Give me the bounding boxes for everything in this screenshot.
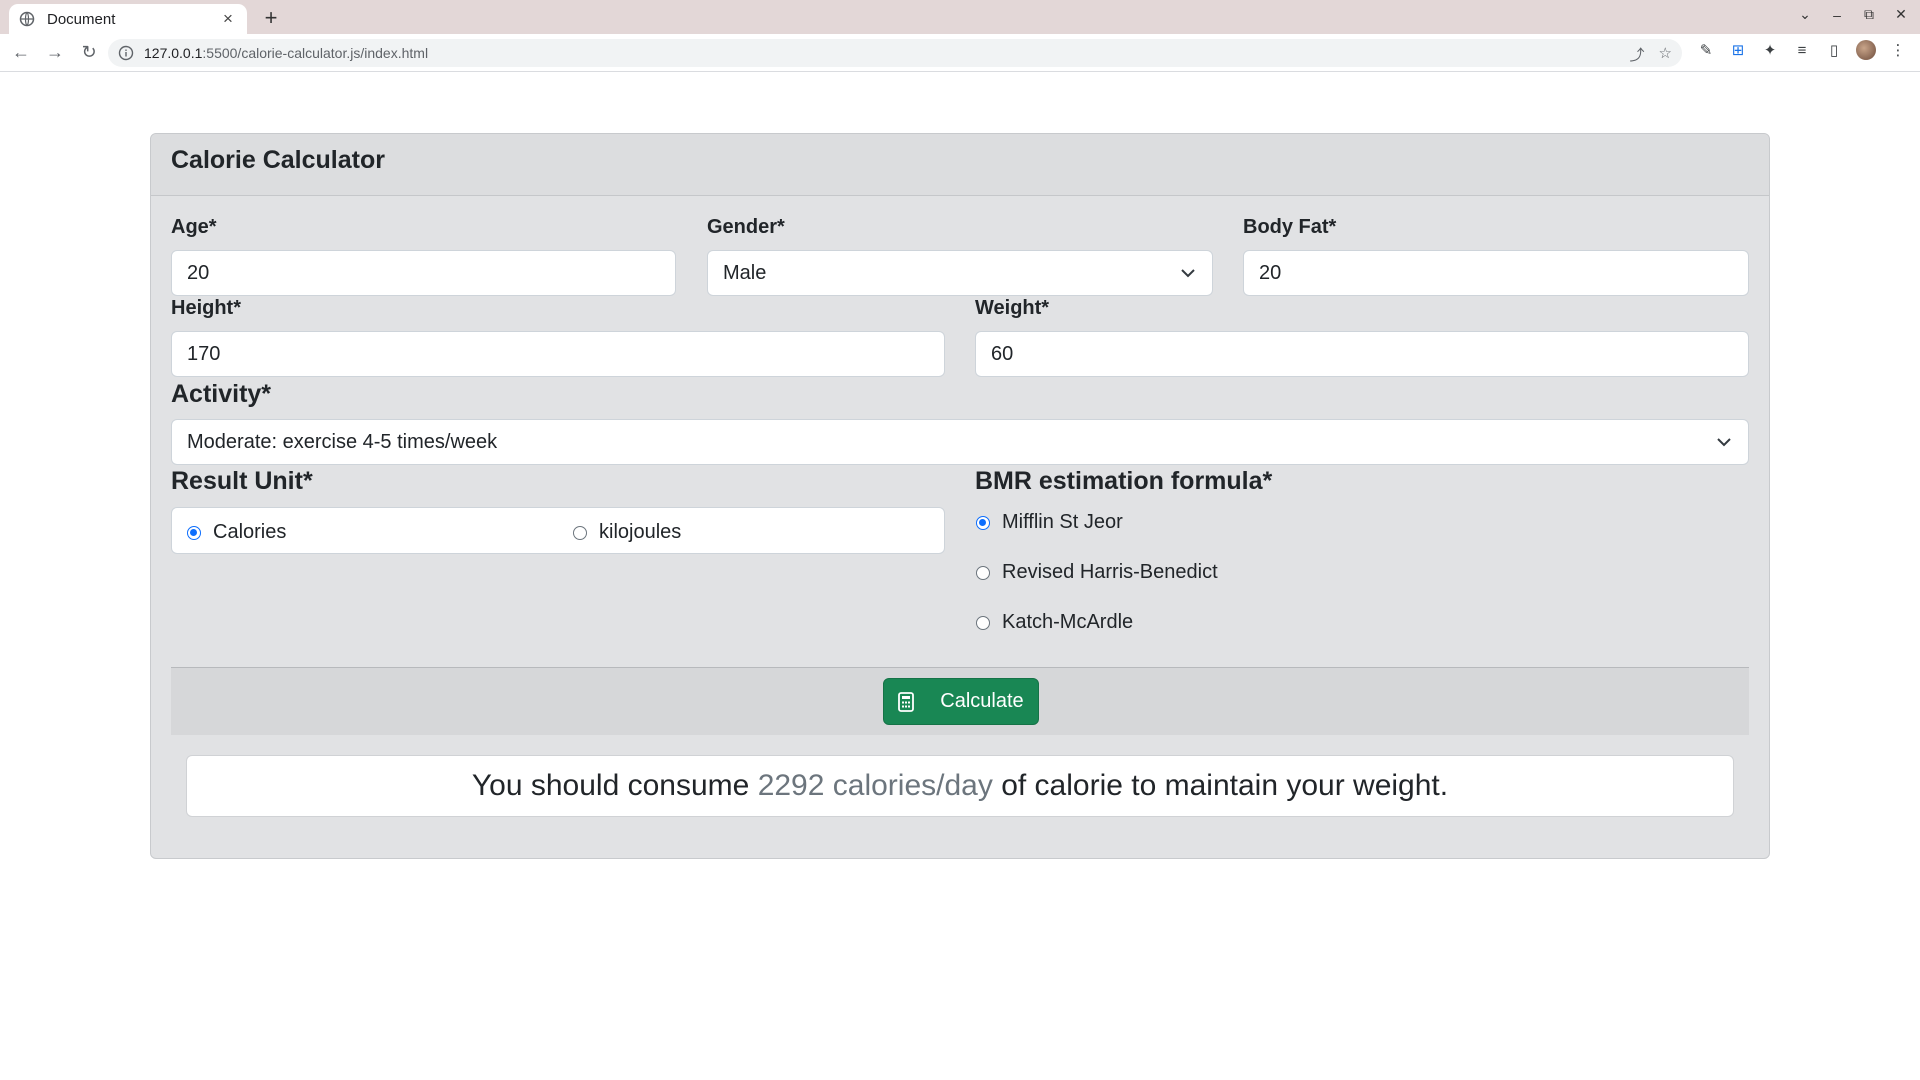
url-host: 127.0.0.1 [144, 45, 203, 61]
activity-label: Activity* [171, 380, 272, 408]
reading-list-icon[interactable]: ≡ [1792, 40, 1812, 60]
card-header: Calorie Calculator [151, 134, 1769, 196]
radio-calories[interactable] [187, 525, 201, 540]
gender-select[interactable]: Male [707, 250, 1213, 296]
globe-icon [19, 11, 35, 27]
result-value: 2292 calories/day [757, 769, 993, 802]
weight-input[interactable]: 60 [975, 331, 1749, 377]
browser-toolbar: ← → ↻ 127.0.0.1:5500/calorie-calculator.… [0, 34, 1920, 72]
formula-option-label: Revised Harris-Benedict [1002, 561, 1218, 583]
gender-selected-value: Male [723, 261, 767, 284]
calculate-button-label: Calculate [940, 690, 1024, 712]
site-info-icon[interactable] [118, 45, 134, 61]
radio-kilojoules[interactable] [573, 525, 587, 540]
formula-option-label: Mifflin St Jeor [1002, 511, 1123, 533]
calculator-card: Calorie Calculator Age* 20 Gender* Male … [150, 133, 1770, 859]
activity-select[interactable]: Moderate: exercise 4-5 times/week [171, 419, 1749, 465]
bmr-formula-label: BMR estimation formula* [975, 467, 1273, 495]
bookmark-star-icon[interactable]: ☆ [1659, 44, 1672, 65]
address-bar[interactable]: 127.0.0.1:5500/calorie-calculator.js/ind… [108, 39, 1682, 67]
back-icon[interactable]: ← [8, 40, 34, 66]
tab-close-icon[interactable]: × [219, 9, 237, 29]
side-panel-icon[interactable]: ▯ [1824, 40, 1844, 60]
calculate-button[interactable]: Calculate [883, 678, 1039, 725]
formula-option-label: Katch-McArdle [1002, 611, 1134, 633]
formula-option-harris-benedict[interactable]: Revised Harris-Benedict [976, 561, 1218, 584]
formula-option-mifflin[interactable]: Mifflin St Jeor [976, 511, 1123, 534]
unit-option-label: Calories [213, 521, 287, 543]
calculator-icon [898, 691, 915, 712]
formula-option-katch-mcardle[interactable]: Katch-McArdle [976, 611, 1133, 634]
new-tab-button[interactable]: + [261, 7, 281, 29]
extension-icons: ✎ ⊞ ✦ ≡ ▯ ⋮ [1696, 40, 1908, 60]
result-unit-group: Calories kilojoules [171, 507, 945, 554]
height-input[interactable]: 170 [171, 331, 945, 377]
radio-mifflin[interactable] [976, 515, 990, 530]
radio-harris-benedict[interactable] [976, 565, 990, 580]
tab-search-icon[interactable]: ⌄ [1796, 6, 1814, 23]
unit-option-kilojoules[interactable]: kilojoules [573, 521, 681, 544]
profile-avatar[interactable] [1856, 40, 1876, 60]
minimize-icon[interactable]: – [1828, 7, 1846, 23]
reload-icon[interactable]: ↻ [76, 40, 102, 66]
chevron-down-icon [1180, 265, 1196, 281]
url-path: :5500/calorie-calculator.js/index.html [202, 45, 429, 61]
radio-katch-mcardle[interactable] [976, 615, 990, 630]
extensions-puzzle-icon[interactable]: ✦ [1760, 40, 1780, 60]
browser-tab[interactable]: Document × [9, 4, 247, 34]
result-unit-label: Result Unit* [171, 467, 313, 495]
card-footer: Calculate [171, 667, 1749, 735]
eyedropper-extension-icon[interactable]: ✎ [1696, 40, 1716, 60]
restore-icon[interactable]: ⧉ [1860, 6, 1878, 23]
chevron-down-icon [1716, 434, 1732, 450]
close-window-icon[interactable]: ✕ [1892, 6, 1910, 23]
activity-selected-value: Moderate: exercise 4-5 times/week [187, 430, 498, 453]
tab-title: Document [47, 10, 116, 28]
gender-label: Gender* [707, 216, 785, 238]
forward-icon[interactable]: → [42, 40, 68, 66]
result-prefix: You should consume [471, 769, 750, 802]
result-box: You should consume 2292 calories/day of … [186, 755, 1734, 817]
window-controls: ⌄ – ⧉ ✕ [1796, 6, 1910, 23]
share-icon[interactable]: ⤴ [1630, 44, 1645, 65]
translate-extension-icon[interactable]: ⊞ [1728, 40, 1748, 60]
unit-option-calories[interactable]: Calories [187, 521, 286, 544]
menu-kebab-icon[interactable]: ⋮ [1888, 40, 1908, 60]
unit-option-label: kilojoules [599, 521, 682, 543]
omnibox-actions: ⤴ ☆ [1630, 44, 1672, 65]
body-fat-label: Body Fat* [1243, 216, 1337, 238]
age-label: Age* [171, 216, 217, 238]
body-fat-input[interactable]: 20 [1243, 250, 1749, 296]
result-suffix: of calorie to maintain your weight. [1001, 769, 1449, 802]
browser-tab-bar: Document × + ⌄ – ⧉ ✕ [0, 0, 1920, 34]
age-input[interactable]: 20 [171, 250, 676, 296]
card-title: Calorie Calculator [171, 146, 385, 174]
weight-label: Weight* [975, 297, 1050, 319]
height-label: Height* [171, 297, 241, 319]
